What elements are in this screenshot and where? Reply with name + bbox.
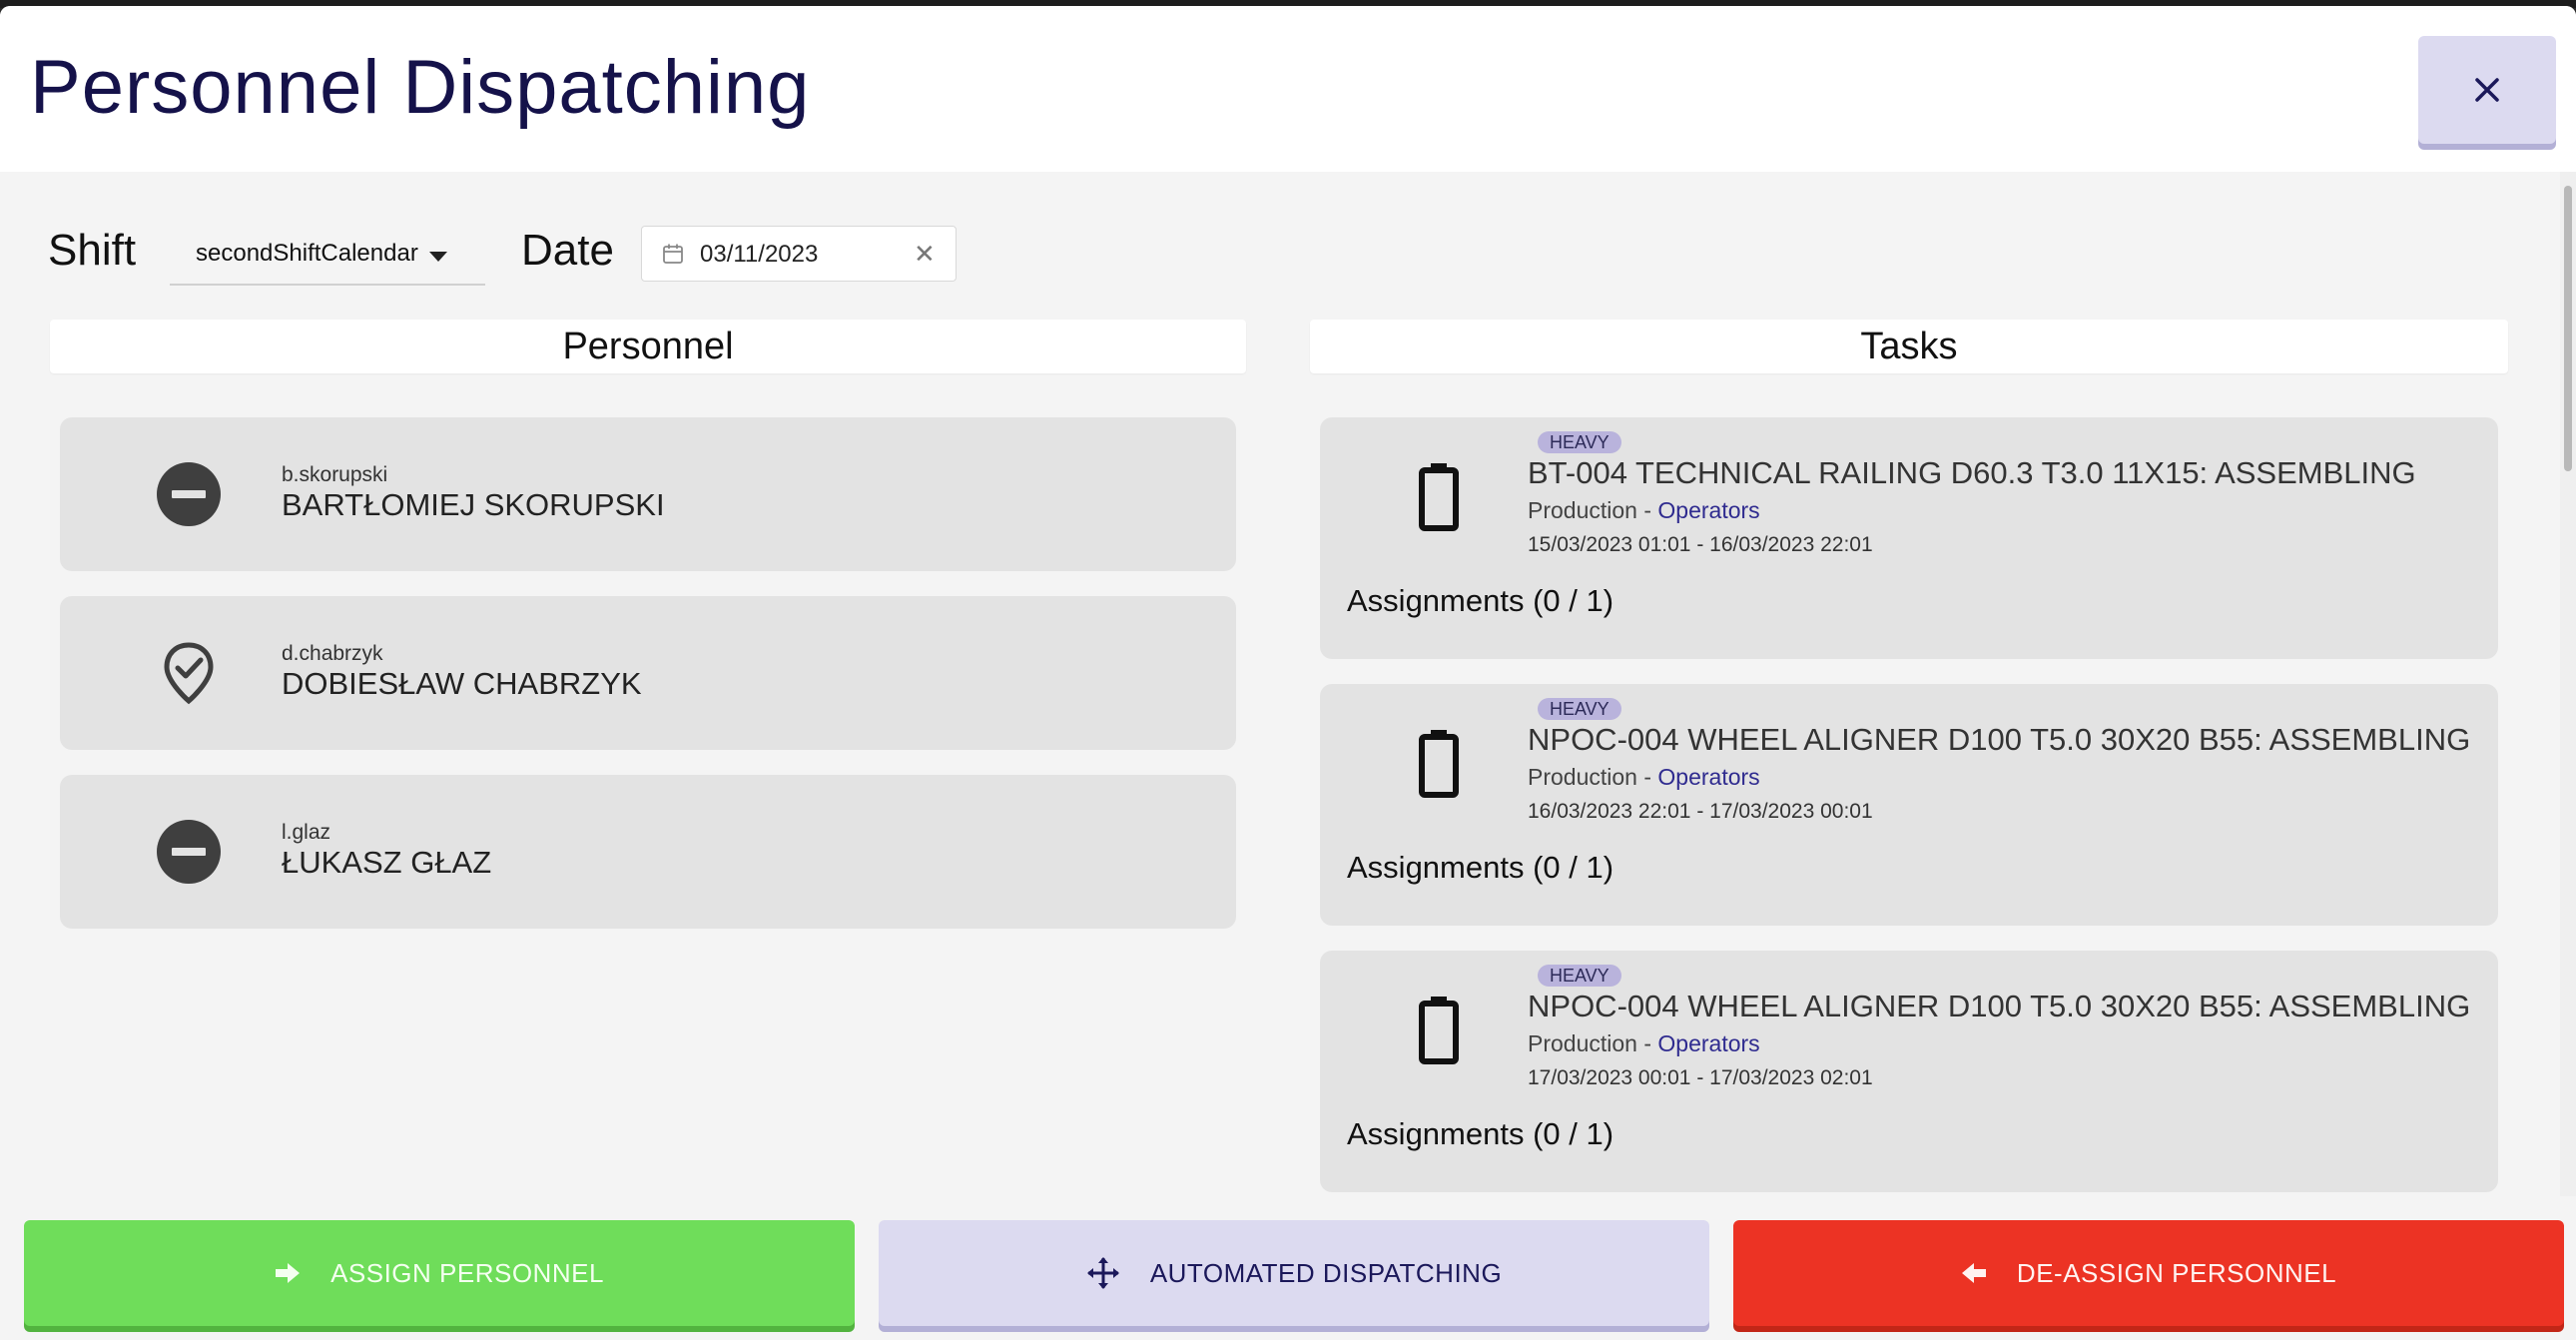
task-role-link[interactable]: Operators <box>1657 497 1759 523</box>
battery-icon <box>1419 463 1459 531</box>
task-badge: HEAVY <box>1538 431 1621 453</box>
personnel-name: DOBIESŁAW CHABRZYK <box>282 666 642 701</box>
task-department-label: Production - <box>1528 497 1652 523</box>
task-dates: 15/03/2023 01:01 - 16/03/2023 22:01 <box>1528 533 1873 556</box>
location-check-icon <box>164 642 214 705</box>
task-department-label: Production - <box>1528 1030 1652 1056</box>
move-arrows-icon <box>1086 1257 1119 1289</box>
personnel-name: ŁUKASZ GŁAZ <box>282 845 492 880</box>
task-role-link[interactable]: Operators <box>1657 1030 1759 1056</box>
deassign-personnel-label: DE-ASSIGN PERSONNEL <box>2016 1257 2337 1288</box>
task-badge: HEAVY <box>1538 698 1621 720</box>
task-department-label: Production - <box>1528 764 1652 790</box>
task-title: NPOC-004 WHEEL ALIGNER D100 T5.0 30X20 B… <box>1528 989 2471 1023</box>
task-assignments: Assignments (0 / 1) <box>1347 583 1614 618</box>
minus-circle-icon <box>157 820 221 884</box>
shift-label: Shift <box>48 226 137 275</box>
task-title: BT-004 TECHNICAL RAILING D60.3 T3.0 11X1… <box>1528 455 2416 490</box>
task-department: Production - Operators <box>1528 764 1760 791</box>
assign-personnel-label: ASSIGN PERSONNEL <box>330 1257 604 1288</box>
modal-title: Personnel Dispatching <box>30 45 811 130</box>
task-title: NPOC-004 WHEEL ALIGNER D100 T5.0 30X20 B… <box>1528 722 2471 757</box>
shift-select[interactable]: secondShiftCalendar <box>170 224 485 286</box>
clear-date-icon[interactable]: ✕ <box>914 239 936 270</box>
arrow-right-icon <box>276 1263 301 1283</box>
close-button[interactable] <box>2418 36 2556 144</box>
close-icon <box>2475 78 2499 102</box>
scrollbar-thumb[interactable] <box>2564 186 2572 471</box>
filters-bar: Shift secondShiftCalendar Date 03/11/202… <box>0 206 998 286</box>
action-footer: ASSIGN PERSONNEL AUTOMATED DISPATCHING D… <box>0 1196 2576 1340</box>
personnel-card[interactable]: b.skorupski BARTŁOMIEJ SKORUPSKI <box>60 417 1236 571</box>
personnel-column-header: Personnel <box>50 320 1246 373</box>
shift-select-value: secondShiftCalendar <box>196 240 418 267</box>
task-card[interactable]: HEAVY BT-004 TECHNICAL RAILING D60.3 T3.… <box>1320 417 2498 659</box>
task-card[interactable]: HEAVY NPOC-004 WHEEL ALIGNER D100 T5.0 3… <box>1320 951 2498 1192</box>
arrow-left-icon <box>1961 1263 1986 1283</box>
task-badge: HEAVY <box>1538 965 1621 987</box>
personnel-login: d.chabrzyk <box>282 642 383 665</box>
battery-icon <box>1419 997 1459 1064</box>
task-role-link[interactable]: Operators <box>1657 764 1759 790</box>
date-input-value: 03/11/2023 <box>700 241 819 268</box>
battery-icon <box>1419 730 1459 798</box>
task-assignments: Assignments (0 / 1) <box>1347 850 1614 885</box>
minus-circle-icon <box>157 462 221 526</box>
task-department: Production - Operators <box>1528 497 1760 524</box>
date-label: Date <box>521 226 614 275</box>
task-department: Production - Operators <box>1528 1030 1760 1057</box>
personnel-login: b.skorupski <box>282 463 388 486</box>
task-dates: 17/03/2023 00:01 - 17/03/2023 02:01 <box>1528 1066 1873 1089</box>
dispatching-modal: Personnel Dispatching Shift secondShiftC… <box>0 6 2576 1340</box>
automated-dispatching-button[interactable]: AUTOMATED DISPATCHING <box>879 1220 1709 1326</box>
date-input[interactable]: 03/11/2023 ✕ <box>641 226 957 282</box>
personnel-login: l.glaz <box>282 821 331 844</box>
personnel-name: BARTŁOMIEJ SKORUPSKI <box>282 487 665 522</box>
calendar-icon <box>663 244 683 264</box>
automated-dispatching-label: AUTOMATED DISPATCHING <box>1149 1257 1503 1288</box>
assign-personnel-button[interactable]: ASSIGN PERSONNEL <box>24 1220 855 1326</box>
task-card[interactable]: HEAVY NPOC-004 WHEEL ALIGNER D100 T5.0 3… <box>1320 684 2498 926</box>
tasks-column-header: Tasks <box>1310 320 2508 373</box>
deassign-personnel-button[interactable]: DE-ASSIGN PERSONNEL <box>1733 1220 2564 1326</box>
task-assignments: Assignments (0 / 1) <box>1347 1116 1614 1151</box>
personnel-card[interactable]: l.glaz ŁUKASZ GŁAZ <box>60 775 1236 929</box>
chevron-down-icon <box>429 252 447 262</box>
modal-header: Personnel Dispatching <box>0 6 2576 172</box>
task-dates: 16/03/2023 22:01 - 17/03/2023 00:01 <box>1528 800 1873 823</box>
personnel-card[interactable]: d.chabrzyk DOBIESŁAW CHABRZYK <box>60 596 1236 750</box>
